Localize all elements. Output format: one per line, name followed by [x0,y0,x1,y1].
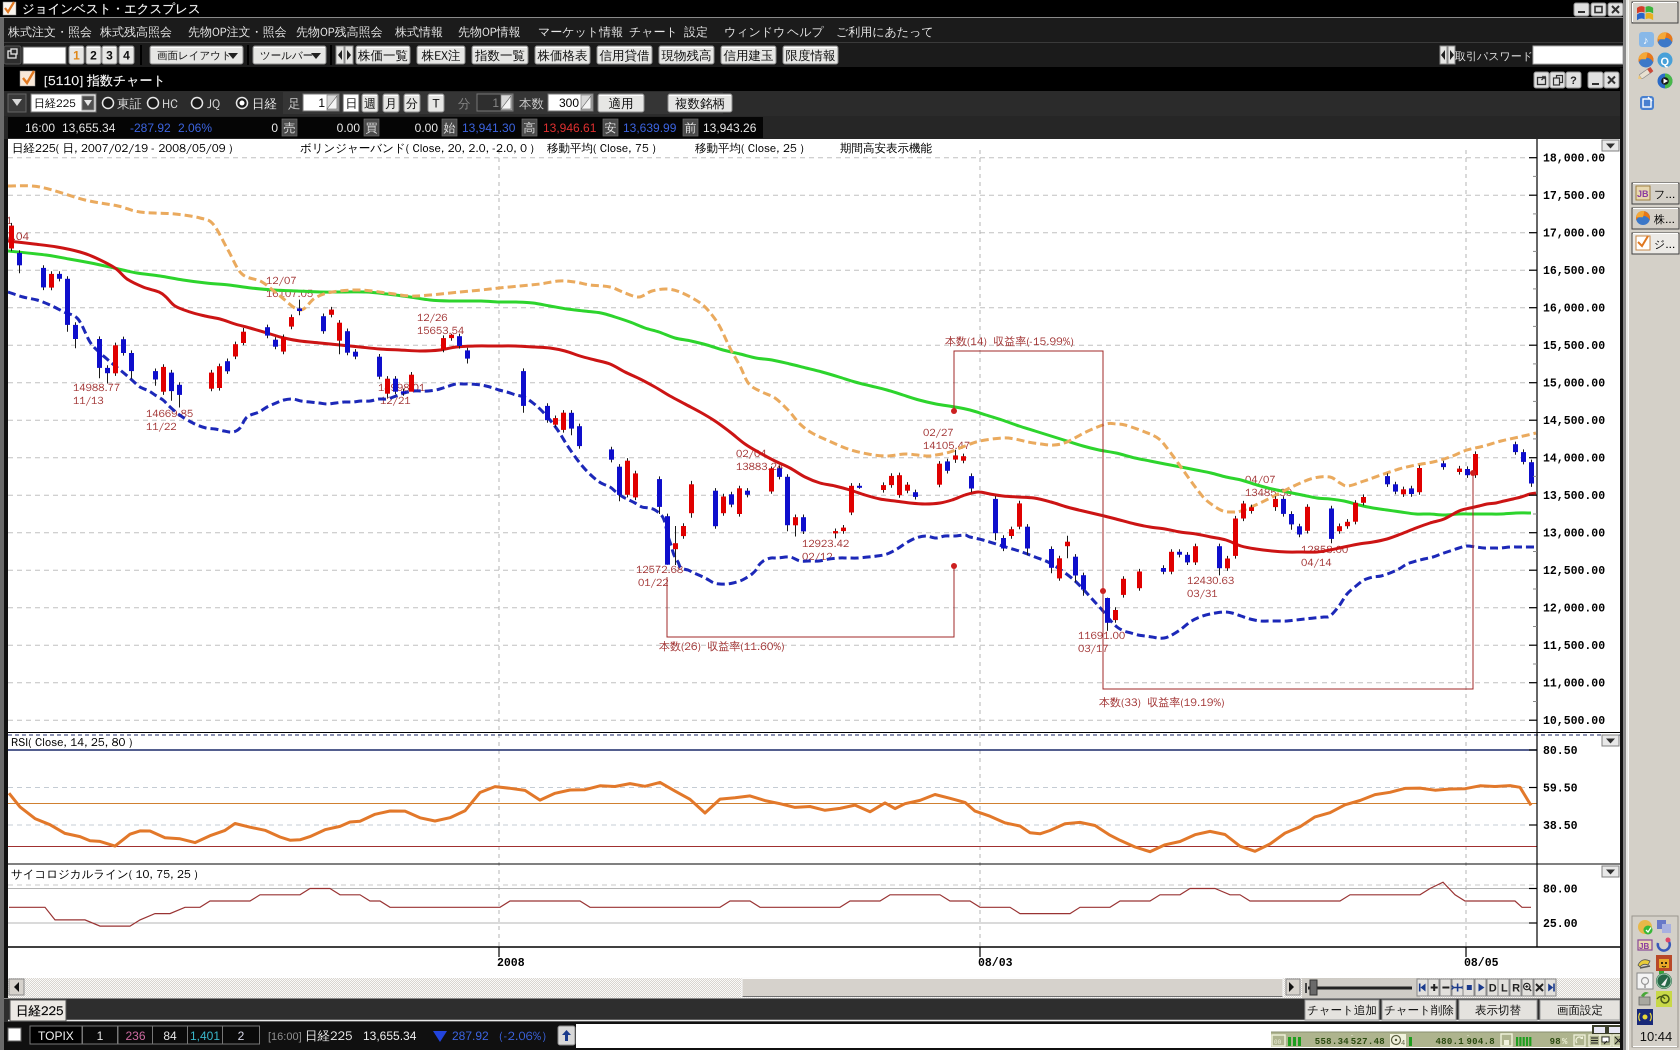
svg-text:R: R [1512,983,1520,995]
svg-text:Q: Q [1661,56,1670,68]
svg-text:10,500.00: 10,500.00 [1543,715,1605,728]
svg-text:12,500.00: 12,500.00 [1543,565,1605,578]
svg-text:4: 4 [123,48,130,62]
svg-text:L: L [1501,983,1508,995]
svg-text:558.34: 558.34 [1315,1037,1350,1047]
svg-text:287.92: 287.92 [452,1029,489,1043]
svg-text:13,000.00: 13,000.00 [1543,528,1605,541]
svg-text:08/05: 08/05 [1464,957,1499,970]
svg-text:16,500.00: 16,500.00 [1543,265,1605,278]
svg-text:13,655.34: 13,655.34 [62,121,116,135]
svg-text:T: T [432,96,440,110]
svg-text:17,500.00: 17,500.00 [1543,190,1605,203]
svg-text:1: 1 [97,1029,104,1043]
svg-text:527.48: 527.48 [1351,1037,1385,1047]
svg-text:0.00: 0.00 [337,121,361,135]
svg-text:12,000.00: 12,000.00 [1543,603,1605,616]
svg-text:2.06%: 2.06% [178,121,212,135]
svg-text:18,000.00: 18,000.00 [1543,153,1605,166]
svg-text:16:00: 16:00 [25,121,55,135]
svg-text:98: 98 [1550,1037,1561,1047]
svg-text:D: D [1489,983,1497,995]
svg-text:904.8: 904.8 [1466,1037,1495,1047]
svg-text:13,941.30: 13,941.30 [462,121,516,135]
svg-text:14,000.00: 14,000.00 [1543,453,1605,466]
svg-text:♪: ♪ [1643,35,1649,47]
svg-text:1: 1 [318,96,325,110]
svg-text:11,000.00: 11,000.00 [1543,678,1605,691]
svg-text:300: 300 [559,96,579,110]
svg-text:JB: JB [1639,942,1649,951]
svg-text:15,500.00: 15,500.00 [1543,340,1605,353]
svg-text:1,401: 1,401 [190,1029,220,1043]
svg-text:13,639.99: 13,639.99 [623,121,677,135]
svg-text:38.50: 38.50 [1543,820,1578,833]
svg-text:16,000.00: 16,000.00 [1543,303,1605,316]
svg-text:80.00: 80.00 [1543,884,1578,897]
svg-text:13,500.00: 13,500.00 [1543,490,1605,503]
svg-text:0: 0 [271,121,278,135]
svg-text:2: 2 [238,1029,245,1043]
svg-text:13,946.61: 13,946.61 [543,121,597,135]
svg-text:25.00: 25.00 [1543,918,1578,931]
svg-text:10:44: 10:44 [1640,1029,1673,1044]
svg-text:00: 00 [1274,1039,1282,1046]
svg-text:-287.92: -287.92 [130,121,171,135]
svg-text:80.50: 80.50 [1543,745,1578,758]
svg-text:480.1: 480.1 [1435,1037,1464,1047]
svg-text:08/03: 08/03 [978,957,1013,970]
svg-text:11,500.00: 11,500.00 [1543,640,1605,653]
svg-text:13,943.26: 13,943.26 [703,121,757,135]
svg-text:0.00: 0.00 [415,121,439,135]
svg-text:JB: JB [1637,189,1649,199]
svg-text:13,655.34: 13,655.34 [363,1029,417,1043]
svg-text:59.50: 59.50 [1543,783,1578,796]
svg-text:84: 84 [163,1029,177,1043]
svg-text:17,000.00: 17,000.00 [1543,228,1605,241]
svg-text:TOPIX: TOPIX [38,1029,74,1043]
svg-text:1: 1 [73,48,80,62]
svg-text:4: 4 [1401,1040,1405,1048]
svg-text:2008: 2008 [497,957,525,970]
svg-text:?: ? [1570,75,1577,87]
svg-text:1: 1 [492,96,499,110]
svg-text:%: % [1562,1037,1568,1047]
svg-text:3: 3 [106,48,113,62]
svg-text:[16:00]: [16:00] [268,1031,302,1043]
svg-text:14,500.00: 14,500.00 [1543,415,1605,428]
svg-text:2: 2 [90,48,97,62]
svg-text:15,000.00: 15,000.00 [1543,378,1605,391]
svg-text:236: 236 [125,1029,145,1043]
